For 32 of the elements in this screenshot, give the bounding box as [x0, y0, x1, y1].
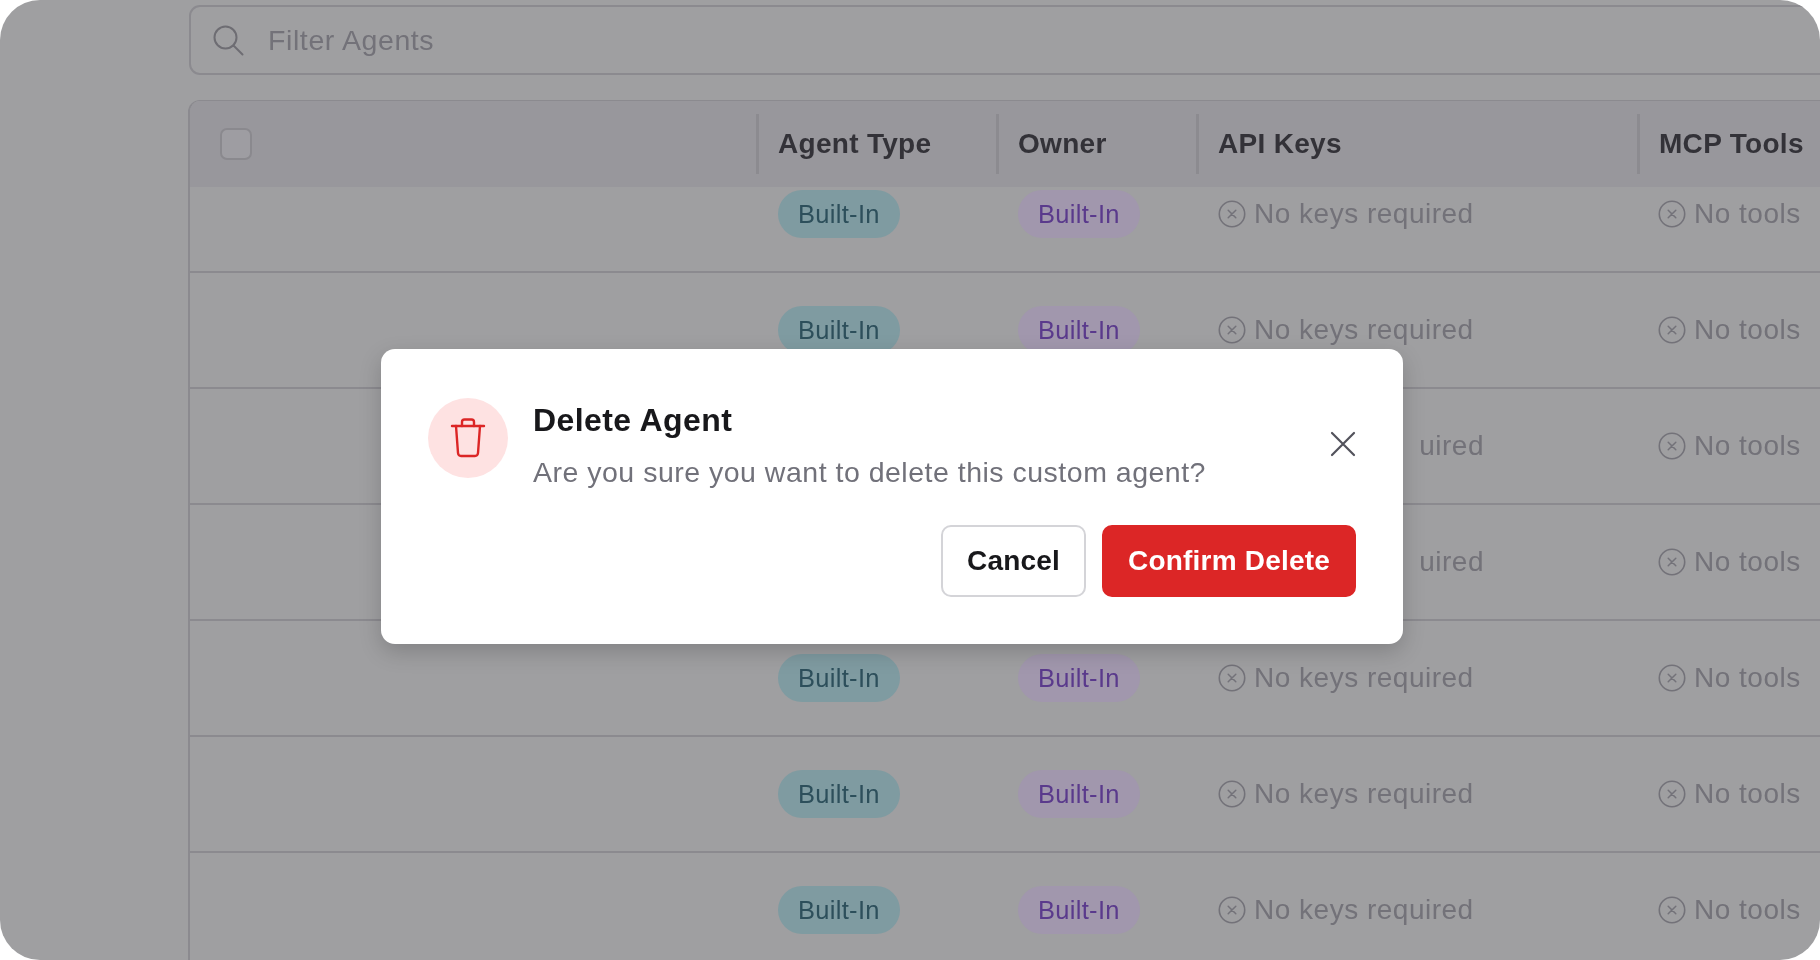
trash-icon — [428, 398, 508, 478]
dialog-message: Are you sure you want to delete this custom agent? — [533, 455, 1206, 490]
x-circle-icon — [1658, 316, 1686, 344]
owner-badge: Built-In — [1018, 770, 1140, 818]
x-circle-icon — [1658, 780, 1686, 808]
x-circle-icon — [1218, 316, 1246, 344]
x-circle-icon — [1658, 896, 1686, 924]
owner-badge: Built-In — [1018, 654, 1140, 702]
owner-badge: Built-In — [1018, 886, 1140, 934]
cancel-button[interactable]: Cancel — [941, 525, 1087, 597]
dialog-title: Delete Agent — [533, 402, 733, 438]
x-circle-icon — [1658, 200, 1686, 228]
agent-type-badge: Built-In — [778, 770, 900, 818]
column-header: MCP Tools — [1659, 128, 1804, 160]
x-circle-icon — [1658, 664, 1686, 692]
column-header: Agent Type — [778, 128, 932, 160]
agent-type-badge: Built-In — [778, 654, 900, 702]
agent-type-badge: Built-In — [778, 886, 900, 934]
search-icon — [211, 23, 244, 56]
close-icon — [1330, 431, 1356, 457]
delete-button[interactable]: Confirm Delete — [1102, 525, 1356, 597]
x-circle-icon — [1658, 432, 1686, 460]
x-circle-icon — [1218, 896, 1246, 924]
close-button[interactable] — [1330, 431, 1356, 457]
x-circle-icon — [1218, 200, 1246, 228]
agent-type-badge: Built-In — [778, 190, 900, 238]
column-header: API Keys — [1218, 128, 1342, 160]
x-circle-icon — [1218, 664, 1246, 692]
column-header: Owner — [1018, 128, 1107, 160]
owner-badge: Built-In — [1018, 190, 1140, 238]
x-circle-icon — [1658, 548, 1686, 576]
x-circle-icon — [1218, 780, 1246, 808]
